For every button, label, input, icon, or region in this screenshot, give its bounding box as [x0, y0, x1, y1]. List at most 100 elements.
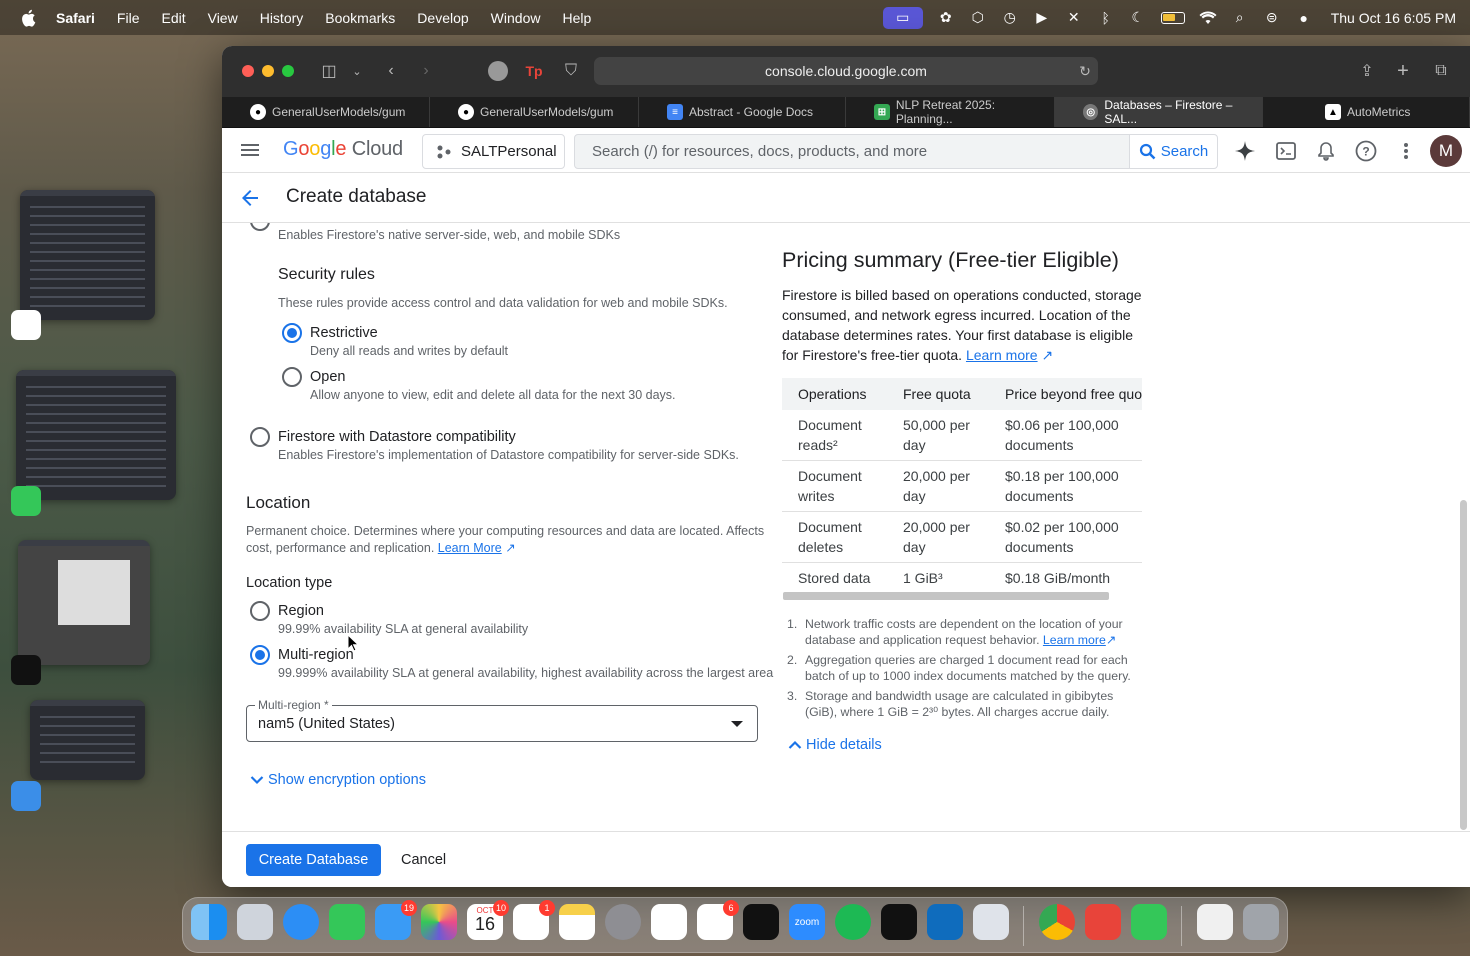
menu-history[interactable]: History	[260, 10, 304, 26]
iphone-mirroring-dock-icon[interactable]	[973, 904, 1009, 940]
google-cloud-logo[interactable]: Google Cloud	[283, 138, 403, 161]
forward-arrow-icon[interactable]: ›	[415, 60, 437, 82]
focus-moon-icon[interactable]: ☾	[1129, 9, 1147, 26]
chatgpt-icon[interactable]: ✿	[937, 9, 955, 26]
search-input[interactable]: Search (/) for resources, docs, products…	[574, 134, 1130, 169]
messages-dock-icon[interactable]	[329, 904, 365, 940]
account-avatar[interactable]: M	[1430, 135, 1462, 167]
address-bar[interactable]: console.cloud.google.com	[594, 57, 1098, 85]
menu-clock[interactable]: Thu Oct 16 6:05 PM	[1331, 10, 1456, 26]
zotero-dock-icon[interactable]	[1085, 904, 1121, 940]
zoom-window-button[interactable]	[282, 65, 294, 77]
stage-window-thumbnail[interactable]	[16, 370, 176, 500]
notes-dock-icon[interactable]	[559, 904, 595, 940]
photos-dock-icon[interactable]	[421, 904, 457, 940]
control-center-icon[interactable]: ⊜	[1263, 9, 1281, 26]
cloud-shell-icon[interactable]	[1275, 140, 1297, 162]
outlook-dock-icon[interactable]	[927, 904, 963, 940]
menu-edit[interactable]: Edit	[161, 10, 185, 26]
wifi-icon[interactable]	[1199, 10, 1217, 26]
tab-gum-1[interactable]: ● GeneralUserModels/gum	[222, 97, 430, 127]
box-dock-icon[interactable]	[881, 904, 917, 940]
menu-view[interactable]: View	[208, 10, 238, 26]
stage-window-thumbnail[interactable]	[18, 540, 150, 665]
menu-app-name[interactable]: Safari	[56, 10, 95, 26]
restrictive-label[interactable]: Restrictive	[310, 325, 378, 341]
launchpad-dock-icon[interactable]	[237, 904, 273, 940]
system-settings-dock-icon[interactable]	[605, 904, 641, 940]
calendar-dock-icon[interactable]: OCT 16 10	[467, 900, 509, 940]
table-horizontal-scrollbar[interactable]	[783, 592, 1109, 600]
stage-window-thumbnail[interactable]	[30, 700, 145, 780]
tab-autometrics[interactable]: ▲ AutoMetrics	[1263, 97, 1470, 127]
numbers-dock-icon[interactable]	[1131, 904, 1167, 940]
spotify-dock-icon[interactable]	[835, 904, 871, 940]
menu-bookmarks[interactable]: Bookmarks	[325, 10, 395, 26]
menu-file[interactable]: File	[117, 10, 140, 26]
open-label[interactable]: Open	[310, 369, 345, 385]
project-picker[interactable]: SALTPersonal	[422, 134, 565, 169]
finder-dock-icon[interactable]	[191, 904, 227, 940]
zoom-dock-icon[interactable]: zoom	[789, 904, 825, 940]
chrome-dock-icon[interactable]	[1039, 904, 1075, 940]
hide-details-button[interactable]: Hide details	[788, 737, 882, 753]
apple-menu-icon[interactable]	[18, 8, 38, 28]
hamburger-menu-icon[interactable]	[240, 140, 260, 160]
new-tab-icon[interactable]: +	[1392, 60, 1414, 82]
back-arrow-icon[interactable]: ‹	[380, 60, 402, 82]
reminders-dock-icon[interactable]: 1	[513, 900, 555, 940]
shield-icon[interactable]: ⛉	[560, 60, 582, 82]
gemini-sparkle-icon[interactable]	[1234, 140, 1256, 162]
multi-region-label[interactable]: Multi-region	[278, 647, 354, 663]
open-radio[interactable]	[282, 367, 302, 387]
more-vert-icon[interactable]	[1395, 140, 1417, 162]
vertical-scrollbar[interactable]	[1460, 500, 1467, 830]
extension-m-icon[interactable]	[487, 60, 509, 82]
share-icon[interactable]: ⇪	[1356, 60, 1378, 82]
create-database-button[interactable]: Create Database	[246, 844, 381, 876]
messages-app-icon[interactable]	[11, 486, 41, 516]
cancel-button[interactable]: Cancel	[401, 852, 446, 868]
restrictive-radio[interactable]	[282, 323, 302, 343]
slack-app-icon[interactable]	[11, 310, 41, 340]
tab-google-docs[interactable]: ≡ Abstract - Google Docs	[639, 97, 846, 127]
native-mode-radio[interactable]	[250, 223, 270, 231]
datastore-mode-radio[interactable]	[250, 427, 270, 447]
close-window-button[interactable]	[242, 65, 254, 77]
safari-dock-icon[interactable]	[283, 904, 319, 940]
location-learn-more-link[interactable]: Learn More	[438, 541, 502, 555]
finder-app-icon[interactable]	[11, 781, 41, 811]
slack-dock-icon[interactable]: 6	[697, 900, 739, 940]
menu-develop[interactable]: Develop	[417, 10, 468, 26]
minimize-window-button[interactable]	[262, 65, 274, 77]
search-button[interactable]: Search	[1129, 134, 1218, 169]
document-stack-dock-icon[interactable]	[1197, 904, 1233, 940]
menu-window[interactable]: Window	[491, 10, 541, 26]
datastore-mode-label[interactable]: Firestore with Datastore compatibility	[278, 429, 516, 445]
help-icon[interactable]: ?	[1355, 140, 1377, 162]
notifications-bell-icon[interactable]	[1315, 140, 1337, 162]
multi-region-select[interactable]: Multi-region * nam5 (United States)	[246, 698, 758, 742]
tab-overview-icon[interactable]: ⧉	[1430, 60, 1452, 82]
box-app-icon[interactable]	[11, 655, 41, 685]
play-icon[interactable]: ▶	[1033, 9, 1051, 26]
extension-tp-icon[interactable]: Tp	[523, 60, 545, 82]
multi-region-radio[interactable]	[250, 645, 270, 665]
screen-share-icon[interactable]: ▭	[882, 6, 923, 29]
menu-help[interactable]: Help	[562, 10, 591, 26]
pricing-learn-more-link[interactable]: Learn more	[966, 347, 1038, 363]
stage-window-thumbnail[interactable]	[20, 190, 155, 320]
tab-firestore[interactable]: ◎ Databases – Firestore – SAL...	[1055, 97, 1263, 127]
terminal-dock-icon[interactable]	[743, 904, 779, 940]
tab-sheets[interactable]: ⊞ NLP Retreat 2025: Planning...	[846, 97, 1055, 127]
mute-icon[interactable]: ✕	[1065, 9, 1083, 26]
box-app-icon[interactable]: ⬡	[969, 9, 987, 26]
spotlight-search-icon[interactable]: ⌕	[1231, 9, 1249, 26]
show-encryption-options-button[interactable]: Show encryption options	[250, 772, 426, 788]
tab-gum-2[interactable]: ● GeneralUserModels/gum	[430, 97, 639, 127]
note-learn-more-link[interactable]: Learn more	[1043, 633, 1106, 647]
region-radio[interactable]	[250, 601, 270, 621]
sidebar-toggle-icon[interactable]: ◫	[318, 60, 340, 82]
mail-dock-icon[interactable]: 19	[375, 900, 417, 940]
bluetooth-icon[interactable]: ᛒ	[1097, 10, 1115, 26]
